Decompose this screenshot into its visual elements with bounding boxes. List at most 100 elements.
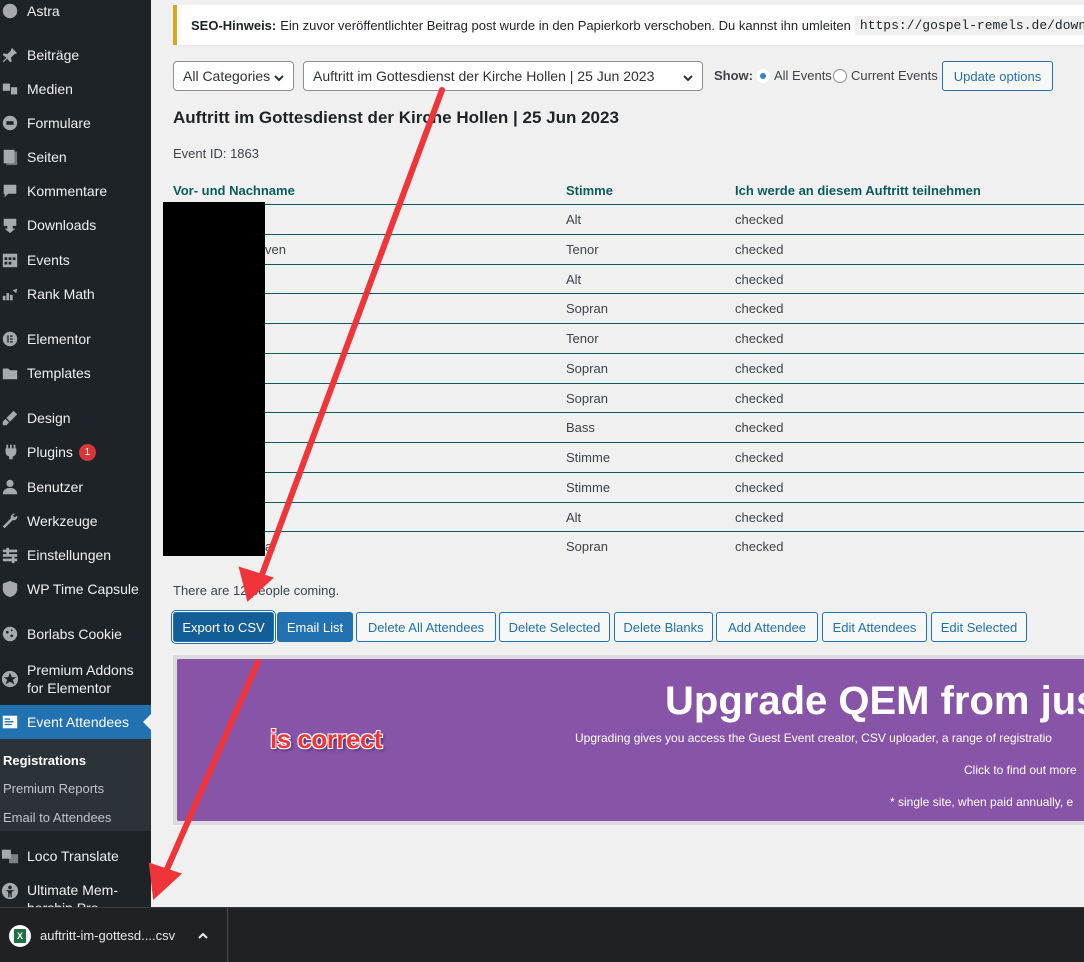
browser-download-bar: X auftritt-im-gottesd....csv (0, 907, 1084, 962)
chevron-up-icon[interactable] (196, 929, 210, 943)
edit-selected-button[interactable]: Edit Selected (931, 612, 1027, 642)
sidebar-item-label: Benutzer (27, 479, 84, 495)
cell-voice: Tenor (566, 331, 599, 346)
download-filename[interactable]: auftritt-im-gottesd....csv (40, 928, 175, 943)
sidebar-item-beitraege[interactable]: Beiträge (0, 38, 151, 72)
delete-blanks-button[interactable]: Delete Blanks (614, 612, 713, 642)
plugin-icon (0, 442, 20, 462)
sidebar-item-label: Astra (27, 3, 60, 19)
table-row[interactable]: Alt checked (173, 204, 1084, 234)
sidebar-item-label: Rank Math (27, 286, 95, 302)
cell-attend: checked (735, 480, 784, 495)
edit-attendees-button[interactable]: Edit Attendees (822, 612, 927, 642)
sidebar-item-downloads[interactable]: Downloads (0, 208, 151, 242)
table-row[interactable]: Tenor checked (173, 323, 1084, 353)
upgrade-cta[interactable]: Click to find out more (964, 763, 1077, 777)
sidebar-item-label: Design (27, 410, 71, 426)
table-row[interactable]: Sopran checked (173, 353, 1084, 383)
cell-attend: checked (735, 242, 784, 257)
notice-label: SEO-Hinweis: (191, 17, 277, 33)
media-icon (0, 79, 20, 99)
table-row[interactable]: Alt checked (173, 264, 1084, 294)
email-list-button[interactable]: Email List (277, 612, 353, 642)
submenu-registrations[interactable]: Registrations (3, 753, 86, 768)
cell-attend: checked (735, 391, 784, 406)
sidebar-item-label: Medien (27, 81, 73, 97)
radio-current-events[interactable]: Current Events (833, 68, 938, 83)
column-header-voice: Stimme (566, 183, 613, 198)
cell-voice: Stimme (566, 450, 611, 465)
chevron-down-icon (682, 71, 694, 83)
table-row[interactable]: Stimme checked (173, 442, 1084, 472)
sidebar-item-seiten[interactable]: Seiten (0, 140, 151, 174)
wrench-icon (0, 511, 20, 531)
sidebar-item-kommentare[interactable]: Kommentare (0, 174, 151, 208)
radio-dot-checked[interactable] (756, 68, 770, 83)
upgrade-note: * single site, when paid annually, e (890, 795, 1074, 809)
sidebar-item-einstellungen[interactable]: Einstellungen (0, 538, 151, 572)
sidebar-item-wp-time-capsule[interactable]: WP Time Capsule (0, 572, 151, 606)
sidebar-item-label: Loco Translate (27, 848, 119, 864)
sidebar-item-label: Ultimate Mem-bership Pro (27, 882, 119, 907)
brush-icon (0, 408, 20, 428)
notice-url[interactable]: https://gospel-remels.de/download (854, 15, 1084, 35)
sidebar-item-label: Elementor (27, 331, 91, 347)
table-row[interactable]: Stimme checked (173, 472, 1084, 502)
table-row[interactable]: ven Tenor checked (173, 234, 1084, 264)
sidebar-item-werkzeuge[interactable]: Werkzeuge (0, 504, 151, 538)
table-row[interactable]: Sopran checked (173, 383, 1084, 413)
table-row[interactable]: al Sopran checked (173, 531, 1084, 561)
cell-attend: checked (735, 450, 784, 465)
sidebar-item-formulare[interactable]: Formulare (0, 106, 151, 140)
update-options-button[interactable]: Update options (942, 61, 1053, 91)
sidebar-item-loco-translate[interactable]: Loco Translate (0, 839, 151, 873)
delete-selected-button[interactable]: Delete Selected (499, 612, 610, 642)
submenu-email-to-attendees[interactable]: Email to Attendees (3, 810, 111, 825)
submenu-premium-reports[interactable]: Premium Reports (3, 781, 104, 796)
sidebar-item-label: Einstellungen (27, 547, 112, 563)
cell-name: al (265, 539, 276, 554)
sidebar-item-borlabs-cookie[interactable]: Borlabs Cookie (0, 617, 151, 651)
sidebar-item-label: Event Attendees (27, 714, 129, 730)
cell-attend: checked (735, 420, 784, 435)
add-attendee-button[interactable]: Add Attendee (716, 612, 818, 642)
download-item[interactable]: X auftritt-im-gottesd....csv (0, 908, 228, 962)
sidebar-item-plugins[interactable]: Plugins 1 (0, 435, 151, 469)
sidebar-item-elementor[interactable]: Elementor (0, 322, 151, 356)
cell-name: ven (265, 242, 286, 257)
sidebar-item-label: Plugins (27, 444, 73, 460)
sidebar-item-premium-addons[interactable]: Premium Addons for Elementor (0, 661, 151, 701)
export-csv-button[interactable]: Export to CSV (173, 612, 274, 642)
cell-attend: checked (735, 301, 784, 316)
sidebar-item-events[interactable]: Events (0, 243, 151, 277)
sidebar-item-label: Kommentare (27, 183, 108, 199)
sidebar-item-rank-math[interactable]: Rank Math (0, 277, 151, 311)
table-row[interactable]: Sopran checked (173, 293, 1084, 323)
forms-icon (0, 113, 20, 133)
upgrade-description: Upgrading gives you access the Guest Eve… (575, 731, 1052, 745)
sidebar-item-design[interactable]: Design (0, 401, 151, 435)
download-icon (0, 215, 20, 235)
astra-icon (0, 1, 20, 21)
delete-all-button[interactable]: Delete All Attendees (356, 612, 496, 642)
translate-icon (0, 846, 20, 866)
sidebar-item-medien[interactable]: Medien (0, 72, 151, 106)
cell-voice: Sopran (566, 539, 608, 554)
sidebar-item-astra[interactable]: Astra (0, 0, 151, 28)
event-select[interactable]: Auftritt im Gottesdienst der Kirche Holl… (303, 61, 703, 91)
sidebar-item-label: WP Time Capsule (27, 581, 139, 597)
event-id: Event ID: 1863 (173, 146, 259, 161)
sidebar-item-benutzer[interactable]: Benutzer (0, 470, 151, 504)
sidebar-item-event-attendees[interactable]: Event Attendees (0, 705, 151, 739)
table-row[interactable]: Alt checked (173, 502, 1084, 532)
sidebar-item-templates[interactable]: Templates (0, 356, 151, 390)
radio-dot[interactable] (833, 68, 847, 83)
category-select[interactable]: All Categories (173, 61, 294, 91)
cell-attend: checked (735, 361, 784, 376)
cell-attend: checked (735, 212, 784, 227)
admin-sidebar: Astra Beiträge Medien Formulare Seiten K… (0, 0, 151, 907)
column-header-attend: Ich werde an diesem Auftritt teilnehmen (735, 183, 981, 198)
sidebar-item-ultimate-membership[interactable]: Ultimate Mem-bership Pro (0, 881, 151, 907)
table-row[interactable]: Bass checked (173, 412, 1084, 442)
radio-all-events[interactable]: All Events (756, 68, 832, 83)
